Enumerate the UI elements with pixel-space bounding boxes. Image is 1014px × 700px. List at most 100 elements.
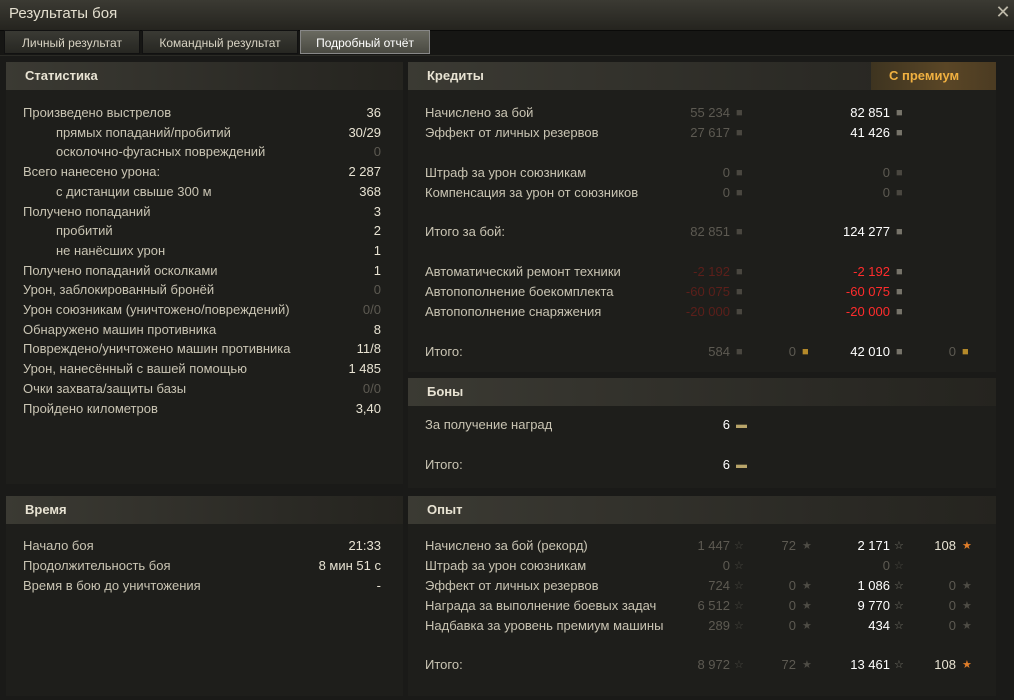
xp-header: Опыт	[408, 496, 996, 524]
star-icon: ☆	[894, 580, 904, 592]
credits-icon: ■	[896, 107, 903, 119]
close-icon[interactable]: ✕	[994, 3, 1012, 21]
credit-label: Автопополнение боекомплекта	[425, 284, 614, 299]
star-icon: ☆	[734, 580, 744, 592]
credits-icon: ■	[896, 127, 903, 139]
title-bar: Результаты боя ✕	[0, 0, 1014, 31]
stat-label: Обнаружено машин противника	[23, 321, 217, 337]
bond-icon: ▬	[736, 459, 747, 471]
xp-premium-value: 0	[882, 558, 890, 573]
star-icon: ☆	[734, 620, 744, 632]
xp-premium-value: 434	[868, 618, 890, 633]
stat-label: Получено попаданий	[23, 203, 151, 219]
stat-value: 1	[373, 262, 381, 278]
credit-premium-value: 41 426	[850, 125, 890, 140]
credit-label: Компенсация за урон от союзников	[425, 185, 639, 200]
credits-icon: ■	[896, 306, 903, 318]
time-label: Продолжительность боя	[23, 558, 171, 573]
stat-value: 0	[373, 282, 381, 298]
star-icon: ☆	[894, 560, 904, 572]
stats-header: Статистика	[6, 62, 403, 90]
credit-total-premium-gold: 0	[948, 344, 956, 359]
credit-total-base: 584	[708, 344, 730, 359]
bond-label: Итого:	[425, 457, 463, 472]
xp-base-free-value: 0	[788, 578, 796, 593]
gold-icon: ■	[962, 346, 969, 358]
free-xp-star-icon: ★	[962, 600, 972, 612]
stat-value: 1 485	[348, 361, 381, 377]
time-panel: Время Начало боя 21:33 Продолжительность б…	[6, 496, 403, 696]
bonds-panel: Боны За получение наград 6 ▬ Итого: 6 ▬	[408, 378, 996, 488]
stats-title: Статистика	[25, 68, 98, 83]
xp-panel: Опыт Начислено за бой (рекорд) 1 447 ☆ 72 ★ 2…	[408, 496, 996, 696]
credit-label: Автоматический ремонт техники	[425, 264, 621, 279]
time-header: Время	[6, 496, 403, 524]
xp-premium-free-value: 108	[934, 538, 956, 553]
credits-icon: ■	[736, 187, 743, 199]
xp-premium-free-value: 0	[948, 618, 956, 633]
star-icon: ☆	[894, 659, 904, 671]
premium-column-header: С премиум	[871, 62, 996, 90]
credit-base-value: -60 075	[685, 284, 730, 299]
xp-base-value: 724	[708, 578, 730, 593]
stat-label: Урон союзникам (уничтожено/повреждений)	[23, 302, 290, 317]
xp-total-label: Итого:	[425, 657, 463, 672]
stat-value: 11/8	[356, 341, 381, 357]
star-icon: ☆	[894, 620, 904, 632]
credits-icon: ■	[736, 266, 743, 278]
xp-premium-free-value: 0	[948, 578, 956, 593]
credit-label: Итого за бой:	[425, 224, 506, 239]
credit-premium-value: 0	[882, 185, 890, 200]
tab-detailed[interactable]: Подробный отчёт	[300, 30, 430, 54]
credits-icon: ■	[896, 226, 903, 238]
star-icon: ☆	[734, 600, 744, 612]
stat-label: с дистанции свыше 300 м	[56, 183, 212, 199]
time-value: -	[376, 578, 381, 593]
stat-value: 0/0	[362, 302, 381, 317]
stat-label: Пройдено километров	[23, 400, 158, 416]
xp-label: Начислено за бой (рекорд)	[425, 538, 588, 553]
credits-icon: ■	[736, 107, 743, 119]
credit-base-value: -20 000	[685, 304, 730, 319]
credits-icon: ■	[896, 346, 903, 358]
credit-premium-value: -60 075	[845, 284, 890, 299]
star-icon: ☆	[734, 659, 744, 671]
credits-icon: ■	[896, 187, 903, 199]
credit-premium-value: -2 192	[853, 264, 890, 279]
xp-base-value: 289	[708, 618, 730, 633]
bond-value: 6	[722, 457, 730, 472]
xp-label: Награда за выполнение боевых задач	[425, 598, 657, 613]
stat-label: Очки захвата/защиты базы	[23, 380, 187, 396]
stat-label: пробитий	[56, 223, 113, 239]
stats-panel: Статистика Произведено выстрелов 36 прямых…	[6, 62, 403, 484]
credit-base-value: 27 617	[690, 125, 730, 140]
stat-value: 2 287	[348, 164, 381, 180]
xp-total-base-free: 72	[781, 657, 796, 672]
premium-label: С премиум	[889, 68, 960, 83]
star-icon: ☆	[734, 560, 744, 572]
credit-total-label: Итого:	[425, 344, 463, 359]
stat-value: 3,40	[355, 400, 381, 416]
credits-icon: ■	[736, 226, 743, 238]
bonds-header: Боны	[408, 378, 996, 406]
credits-icon: ■	[896, 286, 903, 298]
credits-icon: ■	[736, 306, 743, 318]
stat-label: Произведено выстрелов	[23, 105, 172, 120]
credit-premium-value: 124 277	[843, 224, 890, 239]
xp-label: Эффект от личных резервов	[425, 578, 599, 593]
credits-panel: Кредиты С премиум Начислено за бой 55 234…	[408, 62, 996, 372]
credit-base-value: -2 192	[693, 264, 730, 279]
credits-icon: ■	[896, 167, 903, 179]
credit-label: Эффект от личных резервов	[425, 125, 599, 140]
free-xp-star-icon: ★	[962, 659, 972, 671]
xp-total-base: 8 972	[697, 657, 730, 672]
free-xp-star-icon: ★	[962, 540, 972, 552]
credit-total-premium: 42 010	[850, 344, 890, 359]
time-label: Время в бою до уничтожения	[23, 578, 201, 593]
stat-value: 3	[373, 203, 381, 219]
credit-total-base-gold: 0	[788, 344, 796, 359]
stat-label: осколочно-фугасных повреждений	[56, 144, 266, 160]
tab-team[interactable]: Командный результат	[142, 30, 298, 54]
tab-personal[interactable]: Личный результат	[4, 30, 140, 54]
time-label: Начало боя	[23, 538, 94, 553]
